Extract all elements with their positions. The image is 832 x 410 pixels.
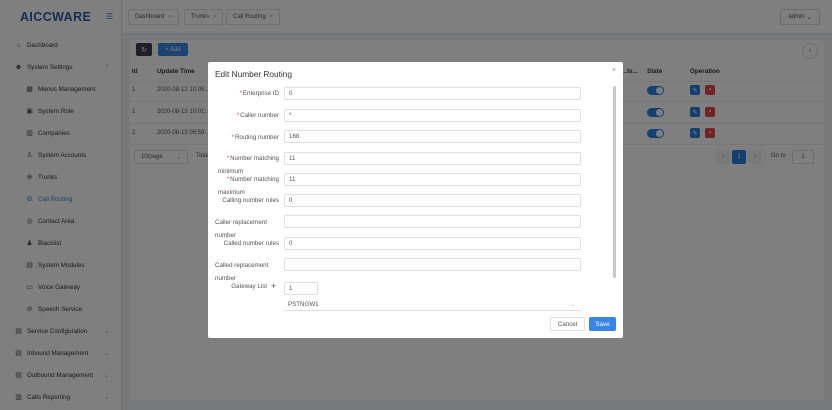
edit-number-routing-dialog: Edit Number Routing × *Enterprise ID 0 *… [208,62,623,338]
label-text: Number matching [230,176,279,183]
routing-number-input[interactable]: 168 [284,130,581,143]
calling-number-rules-label: Calling number rules [222,197,279,204]
min-label: minimum [218,168,244,175]
enterprise-id-input[interactable]: 0 [284,87,581,100]
cancel-button[interactable]: Cancel [550,317,585,331]
caller-number-input[interactable]: * [284,109,581,122]
gateway-select[interactable]: PSTNGW1 ⌄ [284,298,581,311]
enterprise-id-label: *Enterprise ID [239,90,279,97]
gateway-list-label: Gateway List [231,283,267,290]
called-number-rules-input[interactable]: 0 [284,237,581,250]
label-text: Number matching [230,155,279,162]
number-matching-input[interactable]: 11 [284,152,581,165]
plus-icon[interactable]: + [271,282,276,291]
number-matching-label: *Number matching [226,155,279,162]
chevron-down-icon: ⌄ [569,301,575,308]
routing-number-label: *Routing number [231,134,279,141]
save-button[interactable]: Save [589,317,616,331]
label-text: Routing number [234,134,279,141]
called-replacement-label: Called replacement [215,262,269,269]
dialog-scrollbar[interactable] [613,86,616,278]
called-number-rules-label: Called number rules [223,240,279,247]
label-text: Caller number [240,112,279,119]
min-number-matching-label: *Number matching [226,176,279,183]
caller-replacement-input[interactable] [284,215,581,228]
calling-number-rules-input[interactable]: 0 [284,194,581,207]
max-label: maximum [218,189,245,196]
caller-number-label: *Caller number [236,112,279,119]
close-icon[interactable]: × [612,67,616,74]
called-replacement-input[interactable] [284,258,581,271]
called-replacement-label-cont: number [215,275,236,282]
dialog-title: Edit Number Routing [215,69,293,79]
caller-replacement-label: Caller replacement [215,219,267,226]
gateway-select-value: PSTNGW1 [288,300,319,308]
min-number-matching-input[interactable]: 11 [284,173,581,186]
gateway-priority-input[interactable]: 1 [284,282,318,295]
caller-replacement-label-cont: number [215,232,236,239]
label-text: Enterprise ID [242,90,279,97]
